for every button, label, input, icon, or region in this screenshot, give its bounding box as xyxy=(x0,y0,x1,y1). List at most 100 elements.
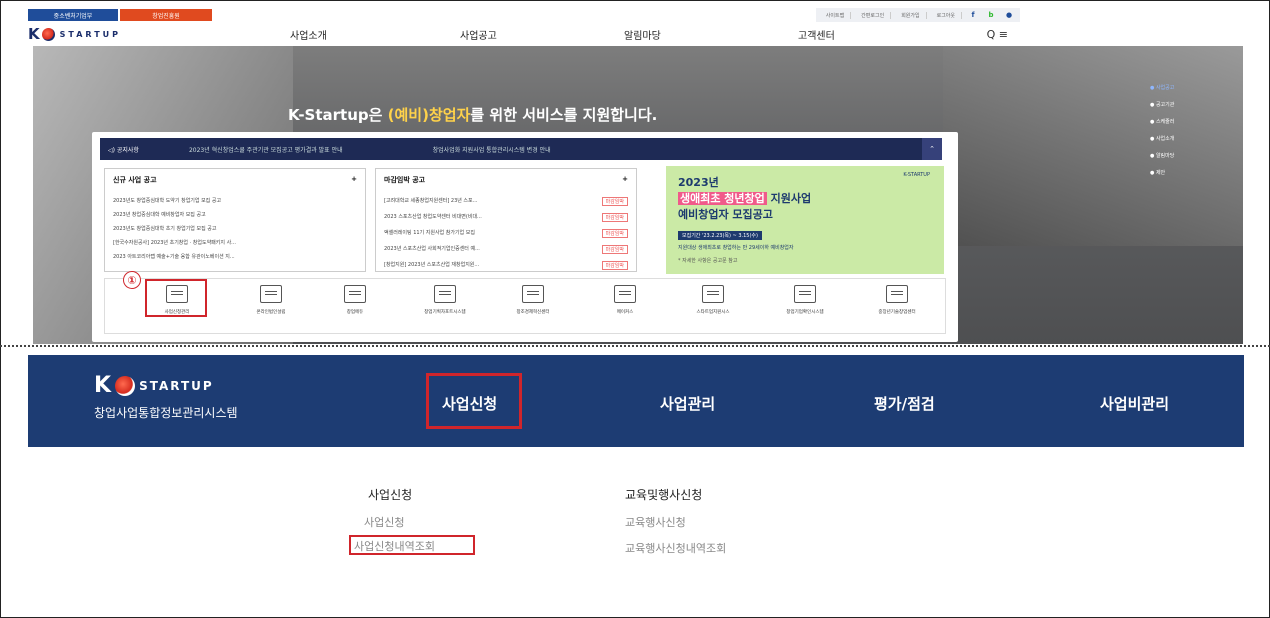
list-item[interactable]: 2023년도 창업중심대학 초기 창업기업 모집 공고 xyxy=(113,225,357,232)
list-item[interactable]: 2023년 스포츠산업 사회적기업인증센터 예... 마감임박 xyxy=(384,245,628,254)
system-logo[interactable]: K STARTUP 창업사업통합정보관리시스템 xyxy=(94,373,238,421)
calendar-icon xyxy=(434,285,456,303)
banner-note: * 자세한 사항은 공고문 참고 xyxy=(678,258,738,264)
side-nav-item[interactable]: ● 제안 xyxy=(1150,169,1210,176)
highlight-box xyxy=(426,373,522,429)
util-link-signup[interactable]: 회원가입 xyxy=(895,11,927,19)
top-strip: 중소벤처기업부 창업진흥원 사이트맵 간편로그인 회원가입 로그아웃 f b ● xyxy=(28,8,1020,22)
list-item[interactable]: 2023 스포츠산업 창업도약센터 비대면(비대... 마감임박 xyxy=(384,213,628,222)
quick-link-corp[interactable]: 온라인법인설립 xyxy=(231,285,311,315)
quick-link-label: 창업기업확인시스템 xyxy=(786,310,824,315)
people-icon xyxy=(886,285,908,303)
quick-links: ① 사업신청관리 온라인법인설립 창업에듀 창업기획자포트시스템 창조경제혁신센… xyxy=(104,271,946,334)
banner-headline: 생애최초 청년창업 지원사업 xyxy=(678,190,932,206)
banner-logo: K-STARTUP xyxy=(903,172,930,178)
notice-toggle-button[interactable]: ⌃ xyxy=(922,138,942,160)
gov-badge-kised[interactable]: 창업진흥원 xyxy=(120,9,212,21)
document-icon xyxy=(166,285,188,303)
quick-link-label: 중장년기술창업센터 xyxy=(878,310,916,315)
notice-bar: ◁) 공지사항 2023년 혁신창업스쿨 주관기관 모집공고 평가결과 발표 안… xyxy=(100,138,942,160)
quick-link-label: 온라인법인설립 xyxy=(256,310,286,315)
section-divider xyxy=(0,345,1270,347)
side-nav-item[interactable]: ● 사업소개 xyxy=(1150,135,1210,142)
quick-link-startup[interactable]: 스타트업지원시스 xyxy=(673,285,753,315)
list-item[interactable]: 2023년 창업중심대학 예비창업자 모집 공고 xyxy=(113,211,357,218)
banner-headline-post: 지원사업 xyxy=(766,192,812,205)
search-menu-icon[interactable]: Q ≡ xyxy=(987,28,1008,41)
list-item-text: [고려대학교 세종창업지원센터] 23년 스포... xyxy=(384,198,478,204)
list-item[interactable]: 2023 아트코리아랩 예술+기술 융합 유관이노베이션 지... xyxy=(113,253,357,260)
menu-budget[interactable]: 사업비관리 xyxy=(1100,393,1169,414)
hero-title-highlight: (예비)창업자 xyxy=(387,106,471,124)
list-item[interactable]: 2023년도 창업중심대학 도약기 창업기업 모집 공고 xyxy=(113,197,357,204)
new-notice-box: 신규 사업 공고 + 2023년도 창업중심대학 도약기 창업기업 모집 공고 2… xyxy=(104,168,366,272)
nav-business-notice[interactable]: 사업공고 xyxy=(460,27,497,42)
blog-icon[interactable]: b xyxy=(984,10,998,20)
side-nav: ● 사업공고 ● 공고기관 ● 스케줄러 ● 사업소개 ● 알림마당 ● 제안 xyxy=(1150,84,1210,186)
gov-badge-mss[interactable]: 중소벤처기업부 xyxy=(28,9,118,21)
side-nav-item[interactable]: ● 공고기관 xyxy=(1150,101,1210,108)
promo-banner[interactable]: K-STARTUP 2023년 생애최초 청년창업 지원사업 예비창업자 모집공… xyxy=(666,166,944,274)
notice-item[interactable]: 2023년 혁신창업스쿨 주관기관 모집공고 평가결과 발표 안내 xyxy=(189,145,343,154)
nav-news[interactable]: 알림마당 xyxy=(624,27,661,42)
util-link-sitemap[interactable]: 사이트맵 xyxy=(820,11,852,19)
logo-wordmark: STARTUP xyxy=(59,29,122,39)
monitor-icon xyxy=(794,285,816,303)
notice-label: ◁) 공지사항 xyxy=(108,146,139,154)
quick-link-label: 창조경제혁신센터 xyxy=(516,310,550,315)
quick-link-senior[interactable]: 중장년기술창업센터 xyxy=(857,285,937,315)
side-nav-item[interactable]: ● 알림마당 xyxy=(1150,152,1210,159)
banner-subheadline: 예비창업자 모집공고 xyxy=(678,208,773,221)
deadline-badge: 마감임박 xyxy=(601,229,628,238)
utility-bar: 사이트맵 간편로그인 회원가입 로그아웃 f b ● xyxy=(815,8,1020,22)
list-item-text: 2023년도 창업중심대학 초기 창업기업 모집 공고 xyxy=(113,226,217,232)
menu-evaluation[interactable]: 평가/점검 xyxy=(874,393,935,414)
side-nav-item[interactable]: ● 사업공고 xyxy=(1150,84,1210,91)
list-item-text: [한국수자원공사] 2023년 초기창업 · 창업도약패키지 사... xyxy=(113,240,236,246)
submenu-link-edu-history[interactable]: 교육행사신청내역조회 xyxy=(625,540,726,556)
kstartup-logo[interactable]: K STARTUP xyxy=(28,25,178,43)
side-nav-item[interactable]: ● 스케줄러 xyxy=(1150,118,1210,125)
util-link-easy-login[interactable]: 간편로그인 xyxy=(855,11,892,19)
deadline-badge: 마감임박 xyxy=(601,261,628,270)
quick-link-apply[interactable]: 사업신청관리 xyxy=(137,285,217,315)
quick-link-center[interactable]: 창조경제혁신센터 xyxy=(493,285,573,315)
list-item-text: [창업지원] 2023년 스포츠산업 재창업지원... xyxy=(384,262,480,268)
quick-link-label: 사업신청관리 xyxy=(164,310,190,315)
nav-customer-center[interactable]: 고객센터 xyxy=(798,27,835,42)
hero-title: K-Startup은 (예비)창업자를 위한 서비스를 지원합니다. xyxy=(288,104,657,125)
deadline-badge: 마감임박 xyxy=(601,213,628,222)
list-item[interactable]: [고려대학교 세종창업지원센터] 23년 스포... 마감임박 xyxy=(384,197,628,206)
list-item[interactable]: [한국수자원공사] 2023년 초기창업 · 창업도약패키지 사... xyxy=(113,239,357,246)
quick-link-confirm[interactable]: 창업기업확인시스템 xyxy=(765,285,845,315)
facebook-icon[interactable]: f xyxy=(966,10,980,20)
banner-period: 모집기간 '23.2.23(목) ~ 3.15(수) xyxy=(678,231,762,240)
more-icon[interactable]: + xyxy=(622,175,628,185)
submenu-link-apply[interactable]: 사업신청 xyxy=(364,514,404,530)
notice-item[interactable]: 창업사업화 지원사업 통합관리시스템 변경 안내 xyxy=(433,145,551,154)
building-icon xyxy=(260,285,282,303)
quick-link-planner[interactable]: 창업기획자포트시스템 xyxy=(405,285,485,315)
more-icon[interactable]: + xyxy=(351,175,357,185)
hand-icon xyxy=(702,285,724,303)
list-item-text: 2023년도 창업중심대학 도약기 창업기업 모집 공고 xyxy=(113,198,222,204)
site-header: K STARTUP 사업소개 사업공고 알림마당 고객센터 Q ≡ xyxy=(28,24,1020,44)
highlight-box xyxy=(349,535,475,555)
logo-k-mark: K xyxy=(28,25,40,43)
nav-business-intro[interactable]: 사업소개 xyxy=(290,27,327,42)
submenu-link-edu-apply[interactable]: 교육행사신청 xyxy=(625,514,686,530)
list-item[interactable]: 액셀러레이팅 11기 지원사업 참가기업 모집 마감임박 xyxy=(384,229,628,238)
system-header: K STARTUP 창업사업통합정보관리시스템 사업신청 사업관리 평가/점검 … xyxy=(28,355,1244,447)
list-item[interactable]: [창업지원] 2023년 스포츠산업 재창업지원... 마감임박 xyxy=(384,261,628,270)
center-icon xyxy=(522,285,544,303)
menu-business-manage[interactable]: 사업관리 xyxy=(660,393,715,414)
hero-title-pre: K-Startup은 xyxy=(288,106,388,124)
util-link-logout[interactable]: 로그아웃 xyxy=(931,11,962,19)
quick-link-edu[interactable]: 창업에듀 xyxy=(315,285,395,315)
gear-icon xyxy=(614,285,636,303)
submenu-heading-edu: 교육및행사신청 xyxy=(625,488,703,502)
logo-ball-icon xyxy=(41,27,55,41)
sns-icon[interactable]: ● xyxy=(1002,10,1016,20)
quick-link-makers[interactable]: 메이커스 xyxy=(585,285,665,315)
logo-ball-icon xyxy=(115,375,136,396)
